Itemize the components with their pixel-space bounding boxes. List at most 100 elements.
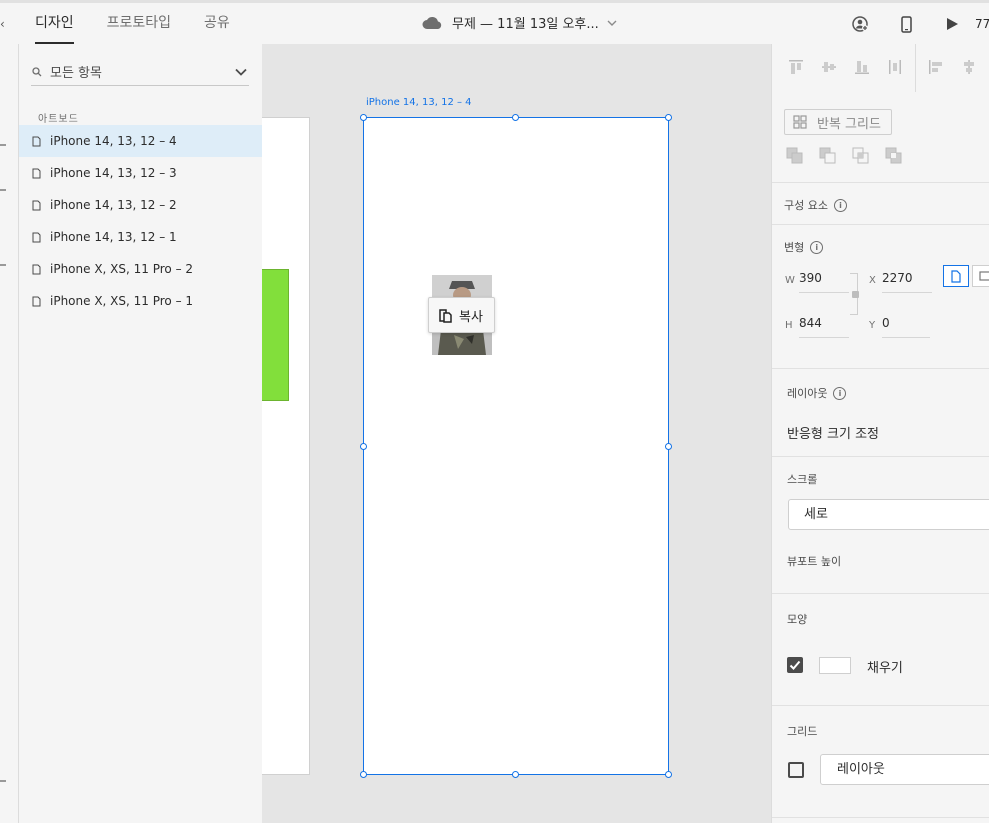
list-item-label: iPhone 14, 13, 12 – 4: [50, 134, 177, 148]
search-input[interactable]: 모든 항목: [50, 62, 235, 81]
components-title: 구성 요소: [784, 199, 828, 212]
top-bar: ‹ 디자인 프로토타입 공유 무제 — 11월 13일 오후... 77: [0, 0, 989, 44]
artboard-icon: [32, 296, 41, 307]
info-icon[interactable]: i: [810, 240, 824, 254]
info-icon[interactable]: i: [833, 386, 847, 400]
align-center-icon[interactable]: [957, 56, 980, 78]
toolbar-divider: [915, 44, 916, 92]
paste-icon: [439, 308, 452, 323]
lock-aspect-icon[interactable]: [852, 291, 859, 298]
list-item[interactable]: iPhone X, XS, 11 Pro – 2: [19, 253, 262, 285]
repeat-grid-button[interactable]: 반복 그리드: [784, 109, 892, 135]
list-item-label: iPhone X, XS, 11 Pro – 2: [50, 262, 194, 276]
design-canvas[interactable]: iPhone 14, 13, 12 – 4 복사: [262, 44, 771, 823]
artboard-icon: [32, 232, 41, 243]
layer-filter[interactable]: 모든 항목: [31, 58, 249, 86]
invite-user-icon[interactable]: [837, 13, 883, 35]
zoom-level[interactable]: 77: [975, 17, 989, 31]
resize-handle[interactable]: [665, 443, 672, 450]
resize-handle[interactable]: [512, 114, 519, 121]
fill-color-swatch[interactable]: [819, 657, 851, 674]
intersect-shape-icon[interactable]: [852, 147, 870, 165]
artboard-selected[interactable]: [363, 117, 669, 775]
artboard-icon: [32, 136, 41, 147]
artboard-icon: [32, 264, 41, 275]
width-label: W: [785, 275, 795, 286]
artboard-icon: [32, 168, 41, 179]
list-item-label: iPhone 14, 13, 12 – 2: [50, 198, 177, 212]
scroll-direction-select[interactable]: 세로: [788, 499, 989, 530]
width-field[interactable]: 390: [799, 271, 849, 293]
tool-strip: [0, 44, 19, 823]
artboards-section-label: 아트보드: [38, 114, 79, 125]
check-icon: [789, 660, 801, 670]
align-middle-icon[interactable]: [817, 56, 840, 78]
artboard-icon: [32, 200, 41, 211]
copy-tooltip[interactable]: 복사: [428, 297, 495, 333]
repeat-grid-label: 반복 그리드: [817, 116, 881, 132]
transform-title: 변형: [784, 241, 805, 254]
list-item[interactable]: iPhone 14, 13, 12 – 3: [19, 157, 262, 189]
tab-prototype[interactable]: 프로토타입: [107, 3, 171, 44]
resize-handle[interactable]: [360, 771, 367, 778]
grid-checkbox[interactable]: [788, 762, 804, 778]
resize-handle[interactable]: [360, 443, 367, 450]
height-field[interactable]: 844: [799, 316, 849, 338]
align-left-icon[interactable]: [924, 56, 947, 78]
list-item[interactable]: iPhone 14, 13, 12 – 4: [19, 125, 262, 157]
align-top-icon[interactable]: [784, 56, 807, 78]
menu-chevron-icon[interactable]: ‹: [0, 17, 5, 31]
fill-checkbox[interactable]: [787, 657, 803, 673]
property-inspector: 반복 그리드 구성 요소 i 변형 i W 390 X 2270 H 844 Y…: [771, 44, 989, 823]
distribute-vertical-icon[interactable]: [883, 56, 906, 78]
green-rectangle[interactable]: [262, 269, 289, 401]
list-item-label: iPhone 14, 13, 12 – 1: [50, 230, 177, 244]
tab-share[interactable]: 공유: [204, 3, 230, 44]
list-item[interactable]: iPhone 14, 13, 12 – 2: [19, 189, 262, 221]
appearance-title: 모양: [787, 613, 808, 626]
grid-type-select[interactable]: 레이아웃: [820, 754, 989, 785]
portrait-icon[interactable]: [943, 265, 969, 287]
resize-handle[interactable]: [665, 771, 672, 778]
responsive-resize-label[interactable]: 반응형 크기 조정: [787, 423, 879, 442]
list-item[interactable]: iPhone 14, 13, 12 – 1: [19, 221, 262, 253]
chevron-down-icon[interactable]: [607, 20, 617, 26]
mode-tabs: 디자인 프로토타입 공유: [35, 3, 230, 44]
repeat-grid-icon: [793, 115, 807, 129]
list-item-label: iPhone X, XS, 11 Pro – 1: [50, 294, 194, 308]
layers-panel: 모든 항목 아트보드 iPhone 14, 13, 12 – 4 iPhone …: [19, 44, 262, 823]
landscape-icon[interactable]: [972, 265, 989, 287]
x-label: X: [869, 275, 876, 286]
info-icon[interactable]: i: [833, 198, 847, 212]
device-preview-icon[interactable]: [883, 13, 929, 35]
resize-handle[interactable]: [360, 114, 367, 121]
tool-pen-icon[interactable]: [0, 264, 6, 266]
height-label: H: [785, 320, 793, 331]
tool-rectangle-icon[interactable]: [0, 189, 6, 191]
appearance-section: 모양: [772, 594, 989, 706]
align-bottom-icon[interactable]: [850, 56, 873, 78]
x-field[interactable]: 2270: [882, 271, 932, 293]
document-title[interactable]: 무제 — 11월 13일 오후...: [422, 13, 617, 32]
transform-section: 변형 i: [772, 225, 989, 369]
artboard-list: iPhone 14, 13, 12 – 4 iPhone 14, 13, 12 …: [19, 125, 262, 317]
layout-title: 레이아웃: [787, 387, 828, 400]
viewport-height-label: 뷰포트 높이: [787, 555, 842, 568]
artboard-previous[interactable]: [262, 117, 310, 775]
exclude-overlap-icon[interactable]: [885, 147, 903, 165]
subtract-shape-icon[interactable]: [819, 147, 837, 165]
play-preview-icon[interactable]: [929, 13, 975, 35]
artboard-label[interactable]: iPhone 14, 13, 12 – 4: [366, 97, 472, 108]
fill-label: 채우기: [867, 661, 903, 676]
list-item[interactable]: iPhone X, XS, 11 Pro – 1: [19, 285, 262, 317]
resize-handle[interactable]: [665, 114, 672, 121]
align-section: 반복 그리드: [772, 44, 989, 183]
tab-design[interactable]: 디자인: [35, 3, 74, 44]
y-field[interactable]: 0: [882, 316, 930, 338]
grid-title: 그리드: [787, 725, 818, 738]
tool-plugins-icon[interactable]: [0, 780, 6, 782]
add-shape-icon[interactable]: [786, 147, 804, 165]
tool-select-icon[interactable]: [0, 144, 6, 146]
chevron-down-icon[interactable]: [235, 68, 247, 76]
resize-handle[interactable]: [512, 771, 519, 778]
